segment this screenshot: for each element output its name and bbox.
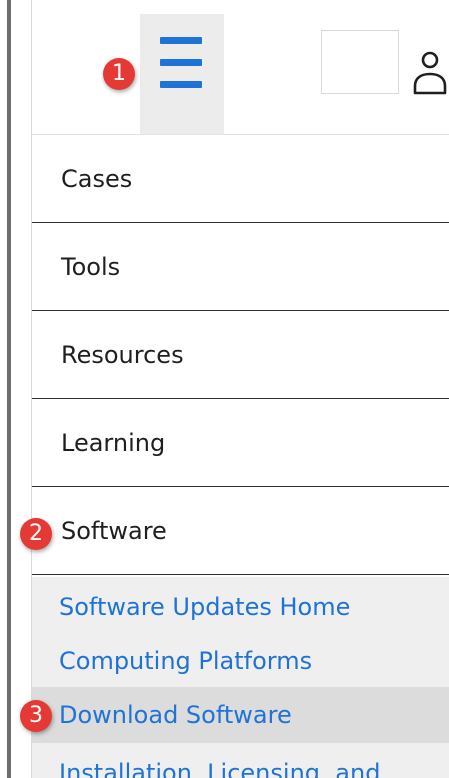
menu-bar-middle — [160, 59, 202, 66]
search-input[interactable] — [321, 30, 399, 94]
nav-item-label: Resources — [61, 340, 184, 369]
user-profile-icon[interactable] — [410, 49, 449, 97]
step-marker-3: 3 — [20, 700, 52, 732]
submenu-item-download-software[interactable]: Download Software — [32, 687, 449, 743]
nav-item-label: Cases — [61, 164, 133, 193]
app-screen: Cases Tools Resources Learning Software … — [0, 0, 449, 778]
nav-item-learning[interactable]: Learning — [32, 399, 449, 487]
menu-bar-top — [160, 37, 202, 44]
submenu-item-label: Installation, Licensing, and — [59, 759, 381, 778]
submenu-item-label: Software Updates Home — [59, 593, 351, 621]
nav-item-label: Software — [61, 516, 167, 545]
nav-item-software[interactable]: Software — [32, 487, 449, 575]
menu-toggle-button[interactable] — [140, 14, 224, 134]
main-nav-list: Cases Tools Resources Learning Software — [32, 135, 449, 575]
submenu-item-computing-platforms[interactable]: Computing Platforms — [32, 641, 449, 681]
submenu-item-label: Computing Platforms — [59, 647, 313, 675]
nav-item-label: Learning — [61, 428, 166, 457]
nav-item-cases[interactable]: Cases — [32, 135, 449, 223]
nav-item-resources[interactable]: Resources — [32, 311, 449, 399]
step-marker-2: 2 — [20, 518, 52, 550]
submenu-item-software-updates-home[interactable]: Software Updates Home — [32, 587, 449, 627]
navigation-panel: Cases Tools Resources Learning Software … — [32, 0, 449, 778]
nav-item-label: Tools — [61, 252, 121, 281]
nav-item-tools[interactable]: Tools — [32, 223, 449, 311]
submenu-item-label: Download Software — [59, 701, 292, 729]
step-marker-1: 1 — [103, 58, 135, 90]
software-submenu: Software Updates Home Computing Platform… — [32, 577, 449, 778]
submenu-item-installation-licensing[interactable]: Installation, Licensing, and — [32, 753, 449, 778]
header-bar — [32, 0, 449, 135]
menu-bar-bottom — [160, 81, 202, 88]
